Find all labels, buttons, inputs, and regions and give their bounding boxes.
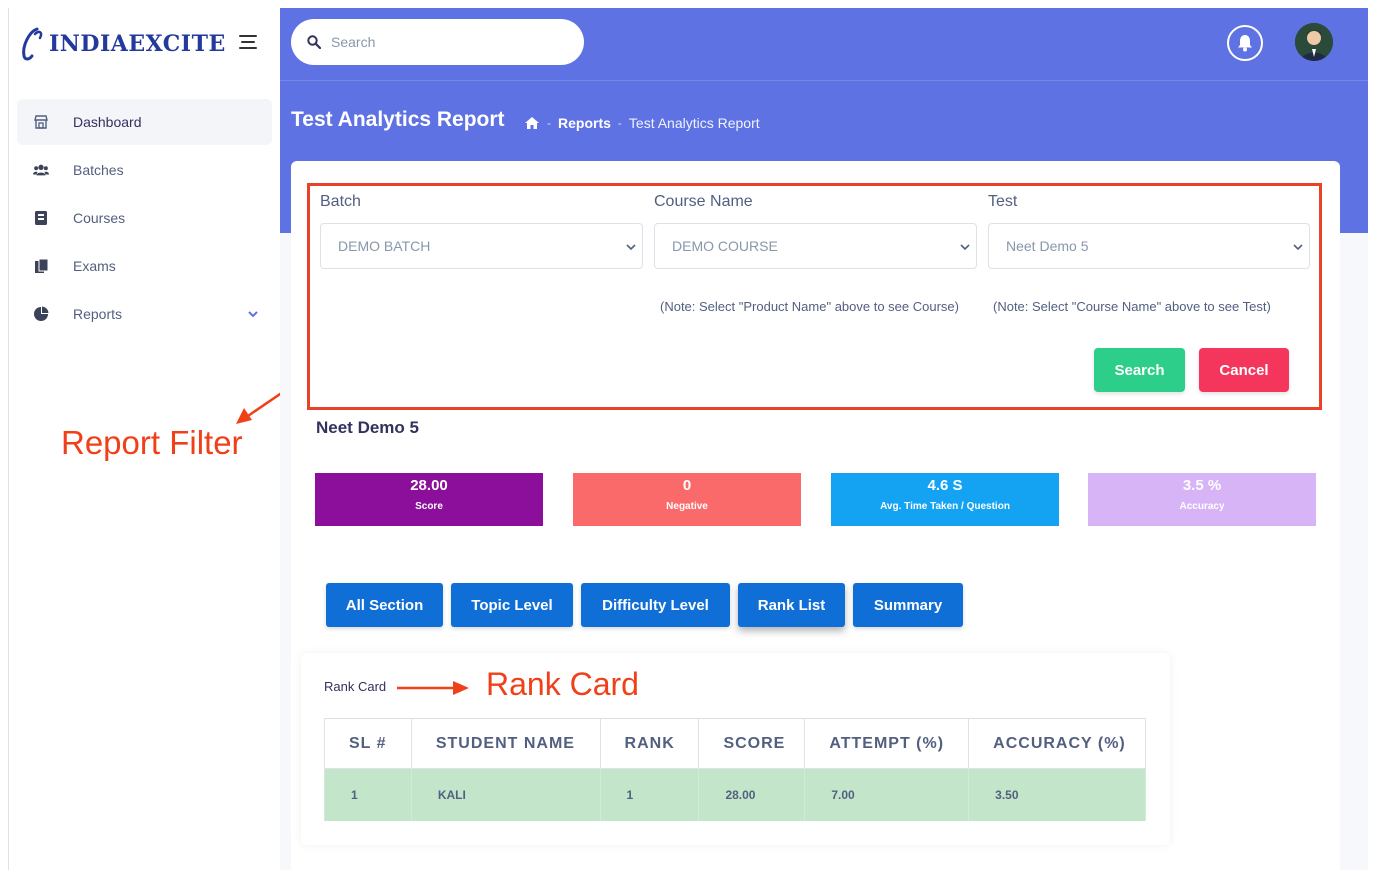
breadcrumb-separator: - — [617, 116, 622, 130]
sidebar-item-label: Dashboard — [73, 114, 142, 130]
breadcrumb-reports[interactable]: Reports — [558, 115, 611, 131]
search-input[interactable] — [331, 34, 551, 50]
batch-label: Batch — [320, 193, 361, 210]
store-icon — [33, 114, 49, 130]
test-select[interactable]: Neet Demo 5 — [988, 223, 1310, 269]
stat-avg-time: 4.6 S Avg. Time Taken / Question — [831, 473, 1059, 526]
sidebar-item-courses[interactable]: Courses — [17, 195, 272, 241]
batch-select[interactable]: DEMO BATCH — [320, 223, 643, 269]
app-root: INDIAEXCITE Dashboard Batches Courses Ex… — [0, 0, 1375, 870]
table-cell: 28.00 — [698, 768, 806, 821]
menu-toggle-icon[interactable] — [237, 35, 257, 53]
tab-summary[interactable]: Summary — [853, 583, 963, 627]
book-icon — [33, 210, 49, 226]
report-tabs: All Section Topic Level Difficulty Level… — [326, 583, 971, 627]
column-header[interactable]: ACCURACY (%) — [968, 718, 1146, 769]
stat-value: 4.6 S — [927, 477, 963, 494]
column-header[interactable]: SL # — [324, 718, 412, 769]
rank-card-arrow-icon — [397, 681, 469, 695]
report-filter-annotation: Report Filter — [61, 424, 243, 461]
table-cell: 1 — [324, 768, 412, 821]
sidebar-item-label: Reports — [73, 306, 123, 322]
course-select[interactable]: DEMO COURSE — [654, 223, 977, 269]
sidebar-item-dashboard[interactable]: Dashboard — [17, 99, 272, 145]
sidebar-item-label: Courses — [73, 210, 126, 226]
stat-negative: 0 Negative — [573, 473, 801, 526]
table-cell: 3.50 — [968, 768, 1146, 821]
stat-label: Score — [415, 501, 443, 512]
breadcrumb-current: Test Analytics Report — [628, 115, 760, 131]
sidebar-item-reports[interactable]: Reports — [17, 291, 272, 337]
tab-rank-list[interactable]: Rank List — [738, 583, 845, 627]
user-avatar[interactable] — [1295, 23, 1333, 61]
search-bar[interactable] — [291, 19, 584, 65]
table-header-row: SL # STUDENT NAME RANK SCORE ATTEMPT (%)… — [324, 718, 1146, 769]
brand-logo[interactable]: INDIAEXCITE — [19, 24, 226, 64]
notification-button[interactable] — [1227, 25, 1263, 61]
chevron-down-icon[interactable] — [248, 309, 258, 319]
test-label: Test — [988, 193, 1018, 210]
sidebar-item-label: Exams — [73, 258, 116, 274]
bell-icon — [1238, 35, 1252, 52]
chevron-down-icon — [626, 244, 636, 251]
users-icon — [33, 162, 49, 178]
stat-label: Avg. Time Taken / Question — [880, 501, 1010, 512]
test-note: (Note: Select "Course Name" above to see… — [993, 299, 1271, 314]
chevron-down-icon — [1293, 244, 1303, 251]
test-select-value: Neet Demo 5 — [1006, 238, 1089, 254]
brand-name: INDIAEXCITE — [49, 31, 226, 57]
user-avatar-icon — [1295, 23, 1333, 61]
stat-value: 0 — [682, 477, 692, 494]
tab-difficulty-level[interactable]: Difficulty Level — [581, 583, 730, 627]
sidebar-item-exams[interactable]: Exams — [17, 243, 272, 289]
page-title: Test Analytics Report — [291, 108, 505, 131]
stat-accuracy: 3.5 % Accuracy — [1088, 473, 1316, 526]
rank-table: SL # STUDENT NAME RANK SCORE ATTEMPT (%)… — [324, 718, 1146, 821]
home-icon[interactable] — [524, 116, 540, 130]
search-icon — [307, 35, 321, 49]
course-label: Course Name — [654, 193, 753, 210]
sidebar-item-label: Batches — [73, 162, 124, 178]
search-button[interactable]: Search — [1094, 348, 1185, 392]
table-cell: 1 — [599, 768, 700, 821]
rank-card-annotation: Rank Card — [486, 666, 639, 702]
course-note: (Note: Select "Product Name" above to se… — [660, 299, 959, 314]
rank-card-title: Rank Card — [324, 679, 387, 694]
test-name-heading: Neet Demo 5 — [316, 418, 419, 437]
pie-chart-icon — [33, 306, 49, 322]
header-divider — [280, 80, 1368, 81]
cancel-button[interactable]: Cancel — [1199, 348, 1289, 392]
stat-score: 28.00 Score — [315, 473, 543, 526]
table-cell: 7.00 — [804, 768, 970, 821]
stat-value: 28.00 — [410, 477, 448, 494]
table-row: 1 KALI 1 28.00 7.00 3.50 — [324, 768, 1146, 821]
course-select-value: DEMO COURSE — [672, 238, 778, 254]
breadcrumb-separator: - — [547, 116, 551, 130]
tab-topic-level[interactable]: Topic Level — [451, 583, 573, 627]
chevron-down-icon — [960, 244, 970, 251]
stat-label: Accuracy — [1179, 501, 1225, 512]
column-header[interactable]: STUDENT NAME — [410, 718, 601, 769]
batch-select-value: DEMO BATCH — [338, 238, 431, 254]
stat-value: 3.5 % — [1182, 477, 1222, 494]
copy-icon — [33, 258, 49, 274]
table-cell: KALI — [410, 768, 601, 821]
breadcrumb: - Reports - Test Analytics Report — [524, 115, 760, 131]
column-header[interactable]: ATTEMPT (%) — [804, 718, 970, 769]
logo-mark-icon — [22, 27, 43, 61]
sidebar-item-batches[interactable]: Batches — [17, 147, 272, 193]
sidebar-nav: Dashboard Batches Courses Exams Reports — [17, 99, 272, 339]
column-header[interactable]: RANK — [599, 718, 700, 769]
stat-label: Negative — [666, 501, 708, 512]
column-header[interactable]: SCORE — [698, 718, 806, 769]
tab-all-section[interactable]: All Section — [326, 583, 443, 627]
